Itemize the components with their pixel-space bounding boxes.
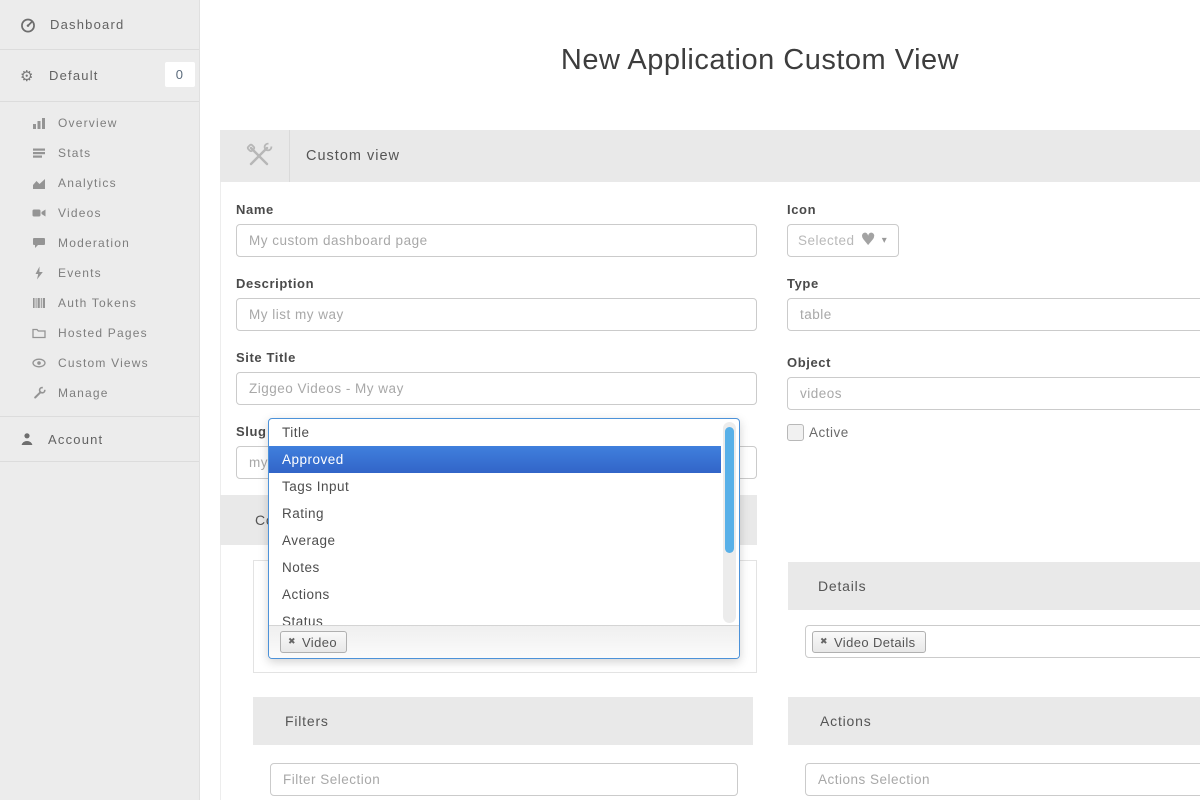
sidebar-item-label: Hosted Pages <box>58 326 148 340</box>
site-title-label: Site Title <box>236 350 296 365</box>
custom-view-panel-header: Custom view <box>220 130 1200 182</box>
sidebar-item-overview[interactable]: Overview <box>0 108 199 138</box>
sidebar-item-dashboard[interactable]: Dashboard <box>0 0 199 49</box>
filters-panel-title: Filters <box>285 713 329 729</box>
dropdown-scrollbar-thumb[interactable] <box>725 427 734 553</box>
tools-icon <box>243 140 289 172</box>
chip-label: Video <box>302 635 337 650</box>
lightning-bolt-icon <box>32 266 46 280</box>
site-title-input[interactable] <box>236 372 757 405</box>
panel-edge <box>220 182 221 800</box>
dropdown-option[interactable]: Notes <box>269 554 721 581</box>
remove-chip-icon[interactable]: ✖ <box>288 637 296 647</box>
divider <box>289 130 290 182</box>
sidebar-item-label: Videos <box>58 206 102 220</box>
filter-selection-input[interactable] <box>270 763 738 796</box>
name-input[interactable] <box>236 224 757 257</box>
type-label: Type <box>787 276 819 291</box>
actions-panel-header: Actions <box>788 697 1200 745</box>
active-checkbox[interactable] <box>787 424 804 441</box>
sidebar-item-label: Stats <box>58 146 91 160</box>
dropdown-option[interactable]: Average <box>269 527 721 554</box>
chip-label: Video Details <box>834 635 916 650</box>
object-label: Object <box>787 355 831 370</box>
sidebar-item-label: Manage <box>58 386 109 400</box>
dropdown-option[interactable]: Title <box>269 419 721 446</box>
person-icon <box>20 432 34 446</box>
dropdown-option[interactable]: Actions <box>269 581 721 608</box>
sidebar-item-hosted-pages[interactable]: Hosted Pages <box>0 318 199 348</box>
columns-dropdown-options: TitleApprovedTags InputRatingAverageNote… <box>269 419 721 625</box>
sidebar-item-label: Overview <box>58 116 118 130</box>
bar-chart-icon <box>32 116 46 130</box>
columns-multiselect[interactable]: ✖ Video <box>269 625 739 658</box>
list-lines-icon <box>32 146 46 160</box>
speech-bubble-icon <box>32 236 46 250</box>
sidebar-item-videos[interactable]: Videos <box>0 198 199 228</box>
selected-chip: ✖ Video Details <box>812 631 926 653</box>
sidebar-item-stats[interactable]: Stats <box>0 138 199 168</box>
gear-icon: ⚙ <box>20 67 36 85</box>
sidebar-item-account[interactable]: Account <box>0 417 199 461</box>
wrench-icon <box>32 386 46 400</box>
sidebar-item-label: Auth Tokens <box>58 296 137 310</box>
sidebar-item-events[interactable]: Events <box>0 258 199 288</box>
object-input[interactable] <box>787 377 1200 410</box>
details-panel-title: Details <box>818 578 866 594</box>
folder-icon <box>32 326 46 340</box>
sidebar-item-moderation[interactable]: Moderation <box>0 228 199 258</box>
barcode-icon <box>32 296 46 310</box>
icon-label: Icon <box>787 202 816 217</box>
dropdown-option[interactable]: Status <box>269 608 721 625</box>
filters-panel-header: Filters <box>253 697 753 745</box>
icon-select-text: Selected <box>798 233 855 248</box>
sidebar-item-default-app[interactable]: ⚙ Default 0 <box>0 50 199 101</box>
panel-title: Custom view <box>306 148 400 164</box>
columns-dropdown: TitleApprovedTags InputRatingAverageNote… <box>268 418 740 659</box>
sidebar-item-custom-views[interactable]: Custom Views <box>0 348 199 378</box>
icon-select-button[interactable]: Selected ♥ ▾ <box>787 224 899 257</box>
chevron-down-icon: ▾ <box>882 235 887 246</box>
app-count-badge: 0 <box>165 62 195 87</box>
video-camera-icon <box>32 206 46 220</box>
sidebar-item-label: Events <box>58 266 102 280</box>
sidebar-item-label: Default <box>49 68 99 83</box>
remove-chip-icon[interactable]: ✖ <box>820 637 828 647</box>
actions-selection-input[interactable] <box>805 763 1200 796</box>
divider <box>0 461 199 462</box>
dashboard-gauge-icon <box>20 17 36 33</box>
name-label: Name <box>236 202 274 217</box>
area-chart-icon <box>32 176 46 190</box>
dropdown-option[interactable]: Tags Input <box>269 473 721 500</box>
sidebar-item-label: Custom Views <box>58 356 149 370</box>
active-label: Active <box>809 425 849 440</box>
sidebar-item-label: Analytics <box>58 176 117 190</box>
sidebar-item-label: Moderation <box>58 236 130 250</box>
heart-icon: ♥ <box>861 232 876 249</box>
dropdown-scrollbar-track[interactable] <box>723 422 736 623</box>
details-panel-header: Details <box>788 562 1200 610</box>
sidebar-item-manage[interactable]: Manage <box>0 378 199 408</box>
page-title: New Application Custom View <box>220 44 1200 77</box>
app-window: Dashboard ⚙ Default 0 Overview Stats <box>0 0 1200 800</box>
sidebar-item-label: Account <box>48 432 103 447</box>
eye-icon <box>32 356 46 370</box>
sidebar-item-label: Dashboard <box>50 17 124 32</box>
type-input[interactable] <box>787 298 1200 331</box>
description-input[interactable] <box>236 298 757 331</box>
sidebar: Dashboard ⚙ Default 0 Overview Stats <box>0 0 200 800</box>
dropdown-option[interactable]: Rating <box>269 500 721 527</box>
sidebar-item-auth-tokens[interactable]: Auth Tokens <box>0 288 199 318</box>
actions-panel-title: Actions <box>820 713 872 729</box>
description-label: Description <box>236 276 314 291</box>
sidebar-item-analytics[interactable]: Analytics <box>0 168 199 198</box>
dropdown-option[interactable]: Approved <box>269 446 721 473</box>
selected-chip: ✖ Video <box>280 631 347 653</box>
details-multiselect[interactable]: ✖ Video Details <box>805 625 1200 658</box>
slug-label: Slug <box>236 424 267 439</box>
